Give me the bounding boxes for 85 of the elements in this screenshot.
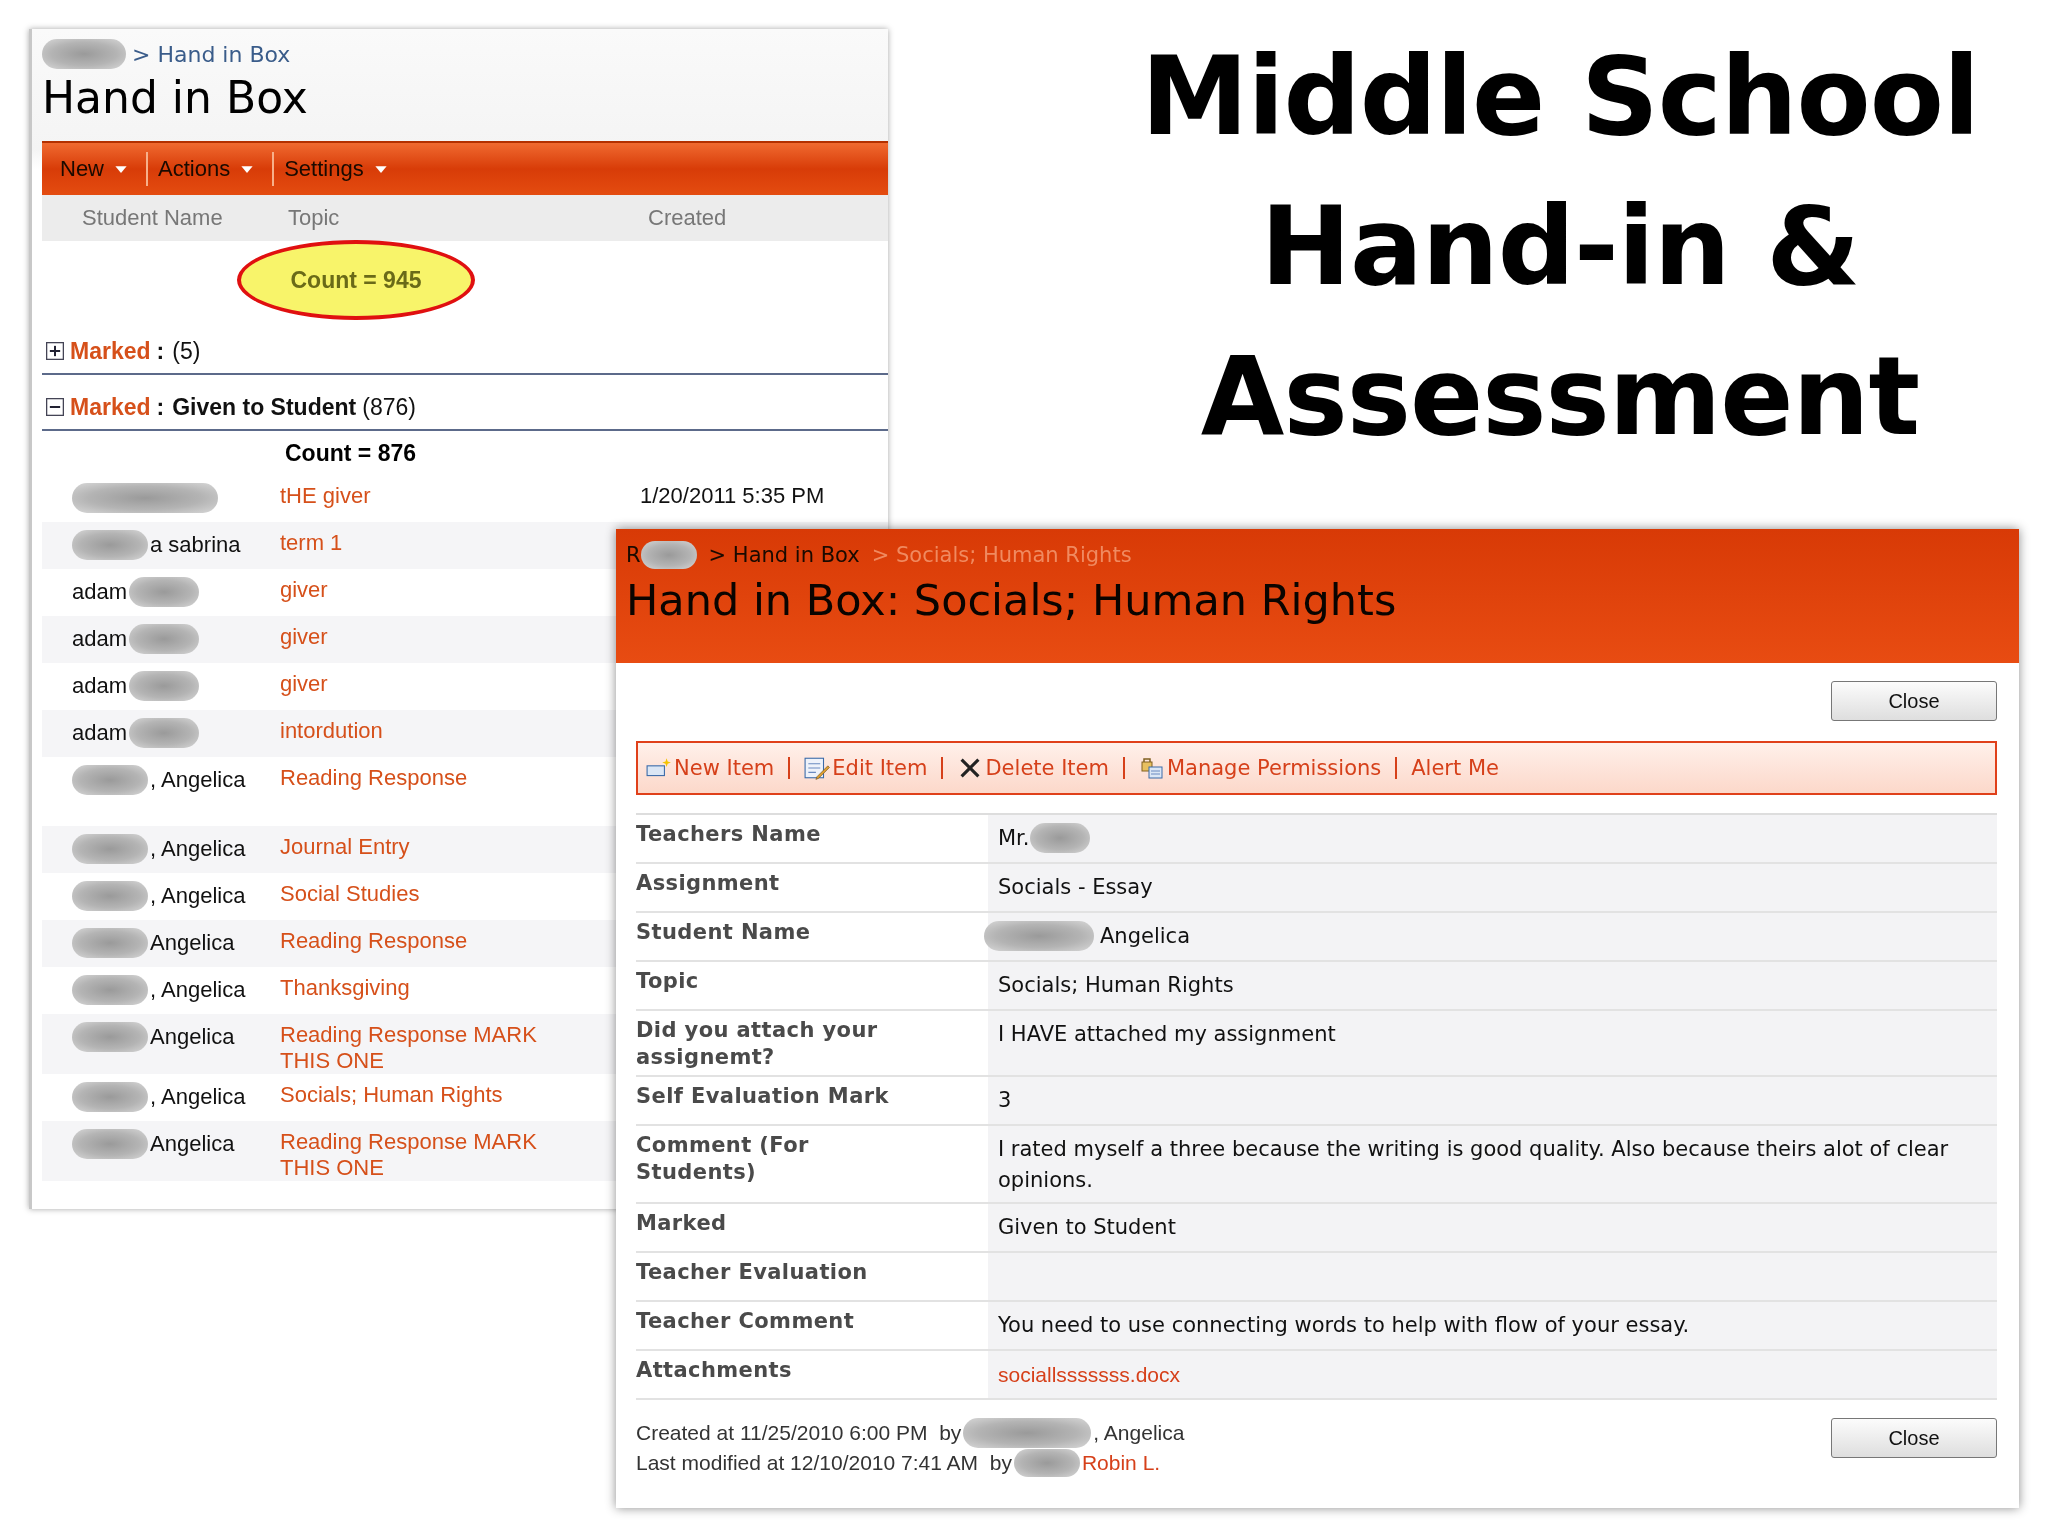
toolbar-link[interactable]: Alert Me bbox=[1411, 756, 1499, 780]
field-value: Socials - Essay bbox=[998, 874, 1153, 901]
student-name: Angelica bbox=[150, 1131, 235, 1157]
count-label: Count = 945 bbox=[290, 266, 422, 294]
field-label: Assignment bbox=[636, 870, 780, 897]
footer-text: Last modified at 12/10/2010 7:41 AM by bbox=[636, 1451, 1012, 1475]
topic-link[interactable]: Journal Entry bbox=[280, 834, 410, 860]
column-header[interactable]: Student Name bbox=[82, 205, 288, 231]
close-button[interactable]: Close bbox=[1831, 681, 1997, 721]
field-value: I rated myself a three because the writing is good quality. Also because theirs alot of clear opinions. bbox=[998, 1136, 1950, 1194]
column-header[interactable]: Topic bbox=[288, 205, 648, 231]
student-name: Angelica bbox=[150, 1024, 235, 1050]
field-value: Angelica bbox=[1100, 923, 1190, 950]
student-name: , Angelica bbox=[150, 767, 246, 793]
field-label: Teacher Comment bbox=[636, 1308, 855, 1335]
student-name: , Angelica bbox=[150, 836, 246, 862]
field-label: Attachments bbox=[636, 1357, 792, 1384]
field-value: Mr. bbox=[998, 825, 1030, 852]
topic-link[interactable]: Reading Response MARK THIS ONE bbox=[280, 1022, 555, 1074]
field-label: Marked bbox=[636, 1210, 727, 1237]
topic-link[interactable]: term 1 bbox=[280, 530, 343, 556]
student-name: Angelica bbox=[150, 930, 235, 956]
caret-icon bbox=[240, 164, 255, 174]
student-name: , Angelica bbox=[150, 883, 246, 909]
topic-link[interactable]: Reading Response bbox=[280, 765, 468, 791]
topic-link[interactable]: giver bbox=[280, 671, 328, 697]
field-value: I HAVE attached my assignment bbox=[998, 1021, 1336, 1048]
count-label: Count = 876 bbox=[285, 439, 416, 467]
student-name: a sabrina bbox=[150, 532, 241, 558]
field-value: 3 bbox=[998, 1087, 1012, 1114]
field-value: Given to Student bbox=[998, 1214, 1176, 1241]
topic-link[interactable]: tHE giver bbox=[280, 483, 371, 509]
field-label: Comment (For Students) bbox=[636, 1132, 810, 1186]
group-heading: Marked : (5) bbox=[70, 337, 201, 365]
caret-icon bbox=[114, 164, 128, 174]
user-link[interactable]: Robin L. bbox=[1081, 1451, 1161, 1475]
toolbar-link[interactable]: Edit Item bbox=[832, 756, 928, 780]
student-name: adam bbox=[72, 673, 128, 699]
footer-text: Created at 11/25/2010 6:00 PM by bbox=[636, 1421, 962, 1445]
toolbar-link[interactable]: Delete Item bbox=[985, 756, 1109, 780]
field-label: Teachers Name bbox=[636, 821, 821, 848]
toolbar-link[interactable]: New Item bbox=[674, 756, 775, 780]
topic-link[interactable]: giver bbox=[280, 624, 328, 650]
topic-link[interactable]: Thanksgiving bbox=[280, 975, 410, 1001]
field-label: Did you attach your assignemt? bbox=[636, 1017, 879, 1071]
close-button[interactable]: Close bbox=[1831, 1418, 1997, 1458]
slide-title: Middle School bbox=[1140, 33, 1980, 161]
breadcrumb-link[interactable]: > Hand in Box bbox=[132, 41, 291, 67]
toolbar-menu[interactable]: Actions bbox=[148, 156, 273, 182]
expand-icon[interactable] bbox=[46, 342, 64, 360]
breadcrumb-link[interactable]: R bbox=[626, 543, 641, 567]
topic-link[interactable]: Social Studies bbox=[280, 881, 420, 907]
field-value: You need to use connecting words to help with flow of your essay. bbox=[998, 1312, 1690, 1339]
slide-title: Assessment bbox=[1200, 333, 1920, 461]
page-title: Hand in Box bbox=[41, 71, 309, 125]
breadcrumb-link[interactable]: > Hand in Box bbox=[708, 543, 860, 567]
edit-icon bbox=[804, 756, 831, 780]
dialog-title: Hand in Box: Socials; Human Rights bbox=[626, 575, 1398, 625]
group-heading: Marked : Given to Student (876) bbox=[70, 393, 416, 421]
attachment-link[interactable]: sociallsssssss.docx bbox=[998, 1359, 1181, 1390]
permissions-icon bbox=[1138, 756, 1165, 780]
field-label: Self Evaluation Mark bbox=[636, 1083, 889, 1110]
student-name: , Angelica bbox=[150, 977, 246, 1003]
topic-link[interactable]: intordution bbox=[280, 718, 383, 744]
topic-link[interactable]: Reading Response MARK THIS ONE bbox=[280, 1129, 555, 1181]
column-header[interactable]: Created bbox=[648, 205, 727, 231]
toolbar-menu[interactable]: Settings bbox=[274, 156, 406, 182]
topic-link[interactable]: Reading Response bbox=[280, 928, 468, 954]
slide-title: Hand-in & bbox=[1260, 183, 1860, 311]
student-name: , Angelica bbox=[150, 1084, 246, 1110]
student-name: adam bbox=[72, 579, 128, 605]
student-name: adam bbox=[72, 626, 128, 652]
topic-link[interactable]: giver bbox=[280, 577, 328, 603]
student-name: adam bbox=[72, 720, 128, 746]
field-value: Socials; Human Rights bbox=[998, 972, 1234, 999]
field-label: Topic bbox=[636, 968, 699, 995]
collapse-icon[interactable] bbox=[46, 398, 64, 416]
created-date: 1/20/2011 5:35 PM bbox=[640, 483, 825, 508]
topic-link[interactable]: Socials; Human Rights bbox=[280, 1082, 503, 1108]
footer-text: , Angelica bbox=[1093, 1421, 1185, 1445]
toolbar-link[interactable]: Manage Permissions bbox=[1166, 756, 1382, 780]
field-label: Student Name bbox=[636, 919, 811, 946]
caret-icon bbox=[373, 164, 388, 174]
toolbar-menu[interactable]: New bbox=[50, 156, 146, 182]
field-label: Teacher Evaluation bbox=[636, 1259, 868, 1286]
